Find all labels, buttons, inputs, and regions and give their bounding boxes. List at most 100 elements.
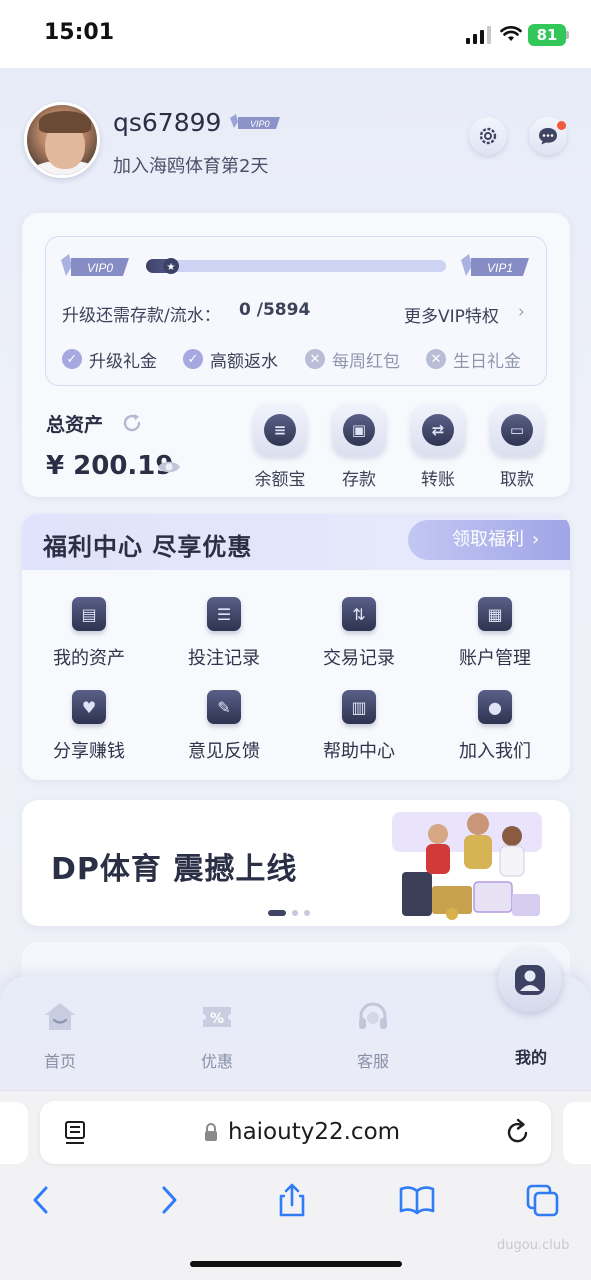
chat-bubble-icon — [539, 128, 557, 145]
tab-customer-service[interactable]: 客服 — [333, 1000, 413, 1072]
carousel-dot[interactable] — [304, 910, 310, 916]
previous-tab-preview[interactable] — [0, 1102, 28, 1164]
banner-artwork — [392, 812, 542, 920]
grid-feedback[interactable]: ✎ 意见反馈 — [164, 690, 284, 763]
battery-icon: 81 — [528, 24, 566, 46]
tabs-icon[interactable] — [525, 1183, 561, 1217]
perk-label: 高额返水 — [210, 351, 278, 372]
claim-label: 领取福利 — [452, 529, 524, 550]
perk-label: 生日礼金 — [453, 351, 521, 372]
lock-icon — [205, 1123, 217, 1141]
book-icon: ▥ — [342, 690, 376, 724]
action-label: 余额宝 — [254, 470, 306, 490]
withdraw-button[interactable]: ▭ 取款 — [489, 404, 545, 490]
battery-cap — [566, 31, 569, 39]
next-tab-preview[interactable] — [563, 1102, 591, 1164]
transfer-icon: ⇄ — [411, 404, 465, 456]
chevron-right-icon: › — [532, 529, 540, 550]
tab-label: 首页 — [43, 1052, 76, 1071]
coin-stack-icon: ≡ — [253, 404, 307, 456]
url-text[interactable]: haiouty22.com — [228, 1119, 400, 1145]
check-icon: ✓ — [183, 349, 203, 369]
tab-label: 优惠 — [200, 1052, 233, 1071]
carousel-dots — [268, 910, 310, 916]
reload-icon[interactable] — [505, 1118, 531, 1146]
action-label: 存款 — [342, 470, 376, 490]
grid-label: 投注记录 — [188, 648, 260, 669]
folder-icon: ▦ — [478, 597, 512, 631]
grid-label: 交易记录 — [323, 648, 395, 669]
handshake-icon: ♥ — [72, 690, 106, 724]
perk-upgrade-gift: ✓ 升级礼金 — [62, 346, 157, 372]
gear-icon — [479, 127, 497, 145]
svg-text:%: % — [210, 1011, 224, 1027]
grid-my-assets[interactable]: ▤ 我的资产 — [29, 597, 149, 670]
notification-dot — [557, 121, 566, 130]
refresh-icon[interactable] — [121, 412, 143, 434]
wallet-icon: ▤ — [72, 597, 106, 631]
tab-profile-bubble[interactable] — [498, 948, 562, 1012]
home-indicator — [190, 1261, 402, 1267]
perk-weekly-redpacket: ✕ 每周红包 — [305, 346, 400, 372]
grid-label: 账户管理 — [459, 648, 531, 669]
vip-level-next-tag: VIP1 — [461, 254, 529, 276]
avatar[interactable] — [24, 102, 100, 178]
yuebao-button[interactable]: ≡ 余额宝 — [252, 404, 308, 490]
more-vip-link[interactable]: 更多VIP特权 — [404, 302, 499, 327]
perk-label: 每周红包 — [332, 351, 400, 372]
tab-promotions[interactable]: % 优惠 — [177, 1000, 257, 1072]
progress-marker: ★ — [167, 262, 176, 273]
total-assets-label: 总资产 — [46, 414, 104, 436]
grid-help-center[interactable]: ▥ 帮助中心 — [299, 690, 419, 763]
wifi-icon — [500, 26, 522, 41]
transfer-button[interactable]: ⇄ 转账 — [410, 404, 466, 490]
tab-mine[interactable]: 我的 — [491, 1034, 571, 1068]
grid-bet-records[interactable]: ☰ 投注记录 — [164, 597, 284, 670]
grid-join-us[interactable]: ● 加入我们 — [435, 690, 555, 763]
grid-account-management[interactable]: ▦ 账户管理 — [435, 597, 555, 670]
join-days-text: 加入海鸥体育第2天 — [113, 156, 269, 177]
settings-button[interactable] — [469, 117, 507, 155]
list-icon: ☰ — [207, 597, 241, 631]
card-icon: ▭ — [490, 404, 544, 456]
vip-badge-icon: VIP0 — [230, 114, 280, 129]
cross-icon: ✕ — [305, 349, 325, 369]
watermark: dugou.club — [497, 1238, 570, 1253]
grid-label: 帮助中心 — [323, 741, 395, 762]
grid-label: 加入我们 — [459, 741, 531, 762]
grid-transaction-records[interactable]: ⇅ 交易记录 — [299, 597, 419, 670]
users-icon: ● — [478, 690, 512, 724]
avatar-hair — [39, 111, 91, 133]
forward-icon[interactable] — [150, 1183, 186, 1217]
headset-icon — [359, 1002, 387, 1029]
perk-high-rebate: ✓ 高额返水 — [183, 346, 278, 372]
check-icon: ✓ — [62, 349, 82, 369]
claim-benefits-button[interactable]: 领取福利 › — [408, 520, 570, 560]
eye-icon[interactable] — [157, 459, 181, 475]
share-icon[interactable] — [274, 1183, 310, 1217]
username: qs67899 — [113, 108, 222, 137]
grid-label: 我的资产 — [53, 648, 125, 669]
home-icon — [45, 1003, 75, 1030]
bookmarks-icon[interactable] — [399, 1183, 435, 1217]
promo-banner[interactable]: DP体育 震撼上线 — [22, 800, 570, 926]
profile-icon — [515, 965, 545, 995]
banner-title: DP体育 震撼上线 — [51, 852, 298, 887]
vip-current-label: VIP0 — [87, 261, 113, 275]
exchange-icon: ⇅ — [342, 597, 376, 631]
signal-icon — [466, 26, 491, 44]
reader-mode-icon[interactable] — [64, 1120, 88, 1146]
tab-home[interactable]: 首页 — [20, 1000, 100, 1072]
grid-label: 意见反馈 — [188, 741, 260, 762]
upgrade-requirement-value: 0 /5894 — [239, 300, 311, 320]
carousel-dot-active[interactable] — [268, 910, 286, 916]
deposit-button[interactable]: ▣ 存款 — [331, 404, 387, 490]
vip-next-label: VIP1 — [487, 261, 513, 275]
carousel-dot[interactable] — [292, 910, 298, 916]
wallet-lock-icon: ▣ — [332, 404, 386, 456]
balance-value: ¥ 200.19 — [46, 451, 174, 481]
back-icon[interactable] — [24, 1183, 60, 1217]
perk-birthday-gift: ✕ 生日礼金 — [426, 346, 521, 372]
progress-knob-icon: ★ — [163, 258, 179, 274]
grid-share-earn[interactable]: ♥ 分享赚钱 — [29, 690, 149, 763]
